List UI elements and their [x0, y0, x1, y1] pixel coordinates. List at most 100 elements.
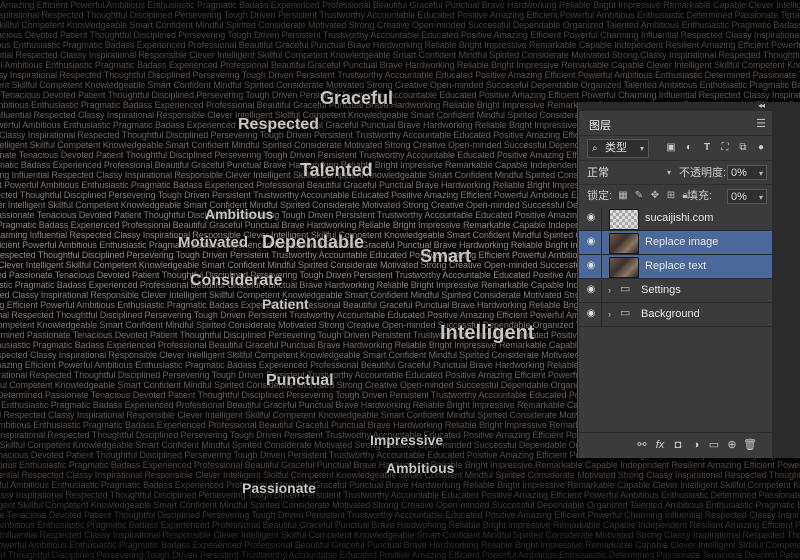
chevron-down-icon: ▾	[639, 144, 644, 153]
canvas-text-row: Determined Passionate Tenacious Devoted …	[0, 30, 800, 40]
canvas-text-row: Ambitious Enthusiastic Pragmatic Badass …	[0, 520, 800, 530]
canvas-text-row: Classy Inspirational Respected Thoughtfu…	[0, 550, 800, 560]
canvas-big-word: Ambitious	[386, 460, 455, 476]
lock-artboard-icon[interactable]: ⊞	[665, 190, 677, 202]
layer-divider	[601, 255, 602, 278]
canvas-big-word: Dependable	[262, 232, 365, 252]
filter-type-select[interactable]: ⌕ 类型 ▾	[587, 139, 649, 158]
smart-object-filter-icon[interactable]: ⧉	[737, 142, 749, 153]
folder-icon: ▭	[620, 283, 631, 295]
layer-group-name: Settings	[641, 284, 681, 296]
search-icon: ⌕	[592, 143, 598, 154]
canvas-text-row: Classy Inspirational Respected Thoughtfu…	[0, 70, 800, 80]
adjustment-icon[interactable]: ◑	[689, 439, 703, 452]
canvas-text-row: Amazing Efficient Powerful Ambitious Ent…	[0, 540, 800, 550]
layer-divider	[601, 279, 602, 302]
blend-mode-select[interactable]: 正常 ▾	[587, 165, 673, 181]
canvas-big-word: Impressive	[370, 432, 444, 448]
visibility-eye-icon[interactable]: ◉	[585, 213, 597, 223]
collapse-panels-icon[interactable]: ◂◂	[758, 101, 765, 110]
adjustment-filter-icon[interactable]: ◐	[683, 142, 695, 153]
layer-row[interactable]: ◉ Replace image	[579, 231, 772, 255]
layers-list: ◉ sucaijishi.com ◉ Replace image ◉ Replace te…	[579, 207, 772, 327]
canvas-big-word: Patient	[262, 296, 309, 312]
layer-divider	[601, 207, 602, 230]
visibility-eye-icon[interactable]: ◉	[585, 261, 597, 271]
opacity-label: 不透明度:	[679, 167, 727, 179]
type-filter-icon[interactable]: T	[701, 142, 713, 153]
canvas-big-word: Talented	[300, 160, 373, 180]
chevron-down-icon: ▾	[758, 169, 763, 178]
chevron-down-icon: ▾	[758, 193, 763, 202]
canvas-big-word: Smart	[420, 246, 472, 266]
layer-divider	[601, 231, 602, 254]
canvas-big-word: Considerate	[190, 272, 283, 289]
canvas-big-word: Respected	[238, 116, 319, 133]
canvas-big-word: Ambitious	[205, 206, 274, 222]
expand-caret-icon[interactable]: ›	[608, 284, 611, 297]
lock-transparent-icon[interactable]: ▦	[617, 190, 629, 202]
canvas-text-row: Clever Intelligent Skillful Competent Kn…	[0, 20, 800, 30]
chevron-down-icon: ▾	[666, 168, 671, 177]
canvas-text-row: Amazing Efficient Powerful Ambitious Ent…	[0, 480, 800, 490]
canvas-big-word: Intelligent	[440, 322, 535, 344]
visibility-eye-icon[interactable]: ◉	[585, 309, 597, 319]
lock-paint-icon[interactable]: ✎	[633, 190, 645, 202]
tab-layers[interactable]: 图层	[589, 117, 611, 133]
layer-filter-row: ⌕ 类型 ▾ ▣ ◐ T ⛶ ⧉ ●	[579, 136, 772, 160]
canvas-text-row: Clever Intelligent Skillful Competent Kn…	[0, 80, 800, 90]
panel-menu-icon[interactable]: ☰	[756, 117, 766, 130]
canvas-big-word: Motivated	[178, 234, 249, 251]
panel-top-strip: ◂◂	[579, 101, 772, 111]
canvas-text-row: Charming Influential Respected Classy In…	[0, 530, 800, 540]
canvas-text-row: Classy Inspirational Respected Thoughtfu…	[0, 490, 800, 500]
fill-input[interactable]: 0% ▾	[727, 189, 767, 204]
layers-panel: ◂◂ 图层 ☰ ⌕ 类型 ▾ ▣ ◐ T ⛶ ⧉ ● 正常 ▾ 不透明度: 0%…	[578, 101, 772, 459]
folder-icon: ▭	[620, 307, 631, 319]
visibility-eye-icon[interactable]: ◉	[585, 285, 597, 295]
lock-label: 锁定:	[587, 190, 613, 202]
layer-row[interactable]: ◉ Replace text	[579, 255, 772, 279]
fx-icon[interactable]: fx	[653, 439, 667, 452]
trash-icon[interactable]: 🗑︎	[743, 439, 757, 452]
layer-row[interactable]: ◉ › ▭ Settings	[579, 279, 772, 303]
shape-filter-icon[interactable]: ⛶	[719, 142, 731, 153]
panel-header: 图层 ☰	[579, 111, 772, 136]
canvas-big-word: Graceful	[320, 88, 394, 108]
layer-thumbnail	[609, 233, 639, 254]
visibility-eye-icon[interactable]: ◉	[585, 237, 597, 247]
layer-row[interactable]: ◉ › ▭ Background	[579, 303, 772, 327]
blend-row: 正常 ▾ 不透明度: 0% ▾	[579, 160, 772, 185]
lock-move-icon[interactable]: ✥	[649, 190, 661, 202]
opacity-input[interactable]: 0% ▾	[727, 165, 767, 180]
layer-row[interactable]: ◉ sucaijishi.com	[579, 207, 772, 231]
panel-footer: ⚯ fx ◘ ◑ ▭ ⊕ 🗑︎	[579, 432, 772, 459]
layer-thumbnail	[609, 257, 639, 278]
layer-divider	[601, 303, 602, 326]
expand-caret-icon[interactable]: ›	[608, 308, 611, 321]
canvas-text-row: Classy Inspirational Respected Thoughtfu…	[0, 10, 800, 20]
layer-name: Replace image	[645, 236, 719, 248]
mask-icon[interactable]: ◘	[671, 439, 685, 452]
opacity-value: 0%	[731, 167, 747, 179]
layer-name: sucaijishi.com	[645, 212, 714, 224]
layer-thumbnail	[609, 209, 639, 230]
fill-value: 0%	[731, 191, 747, 203]
link-icon[interactable]: ⚯	[635, 439, 649, 452]
image-filter-icon[interactable]: ▣	[665, 142, 677, 153]
canvas-text-row: Charming Influential Respected Classy In…	[0, 50, 800, 60]
canvas-text-row: Ambitious Enthusiastic Pragmatic Badass …	[0, 40, 800, 50]
filter-toggle-icon[interactable]: ●	[755, 142, 767, 153]
new-layer-icon[interactable]: ⊕	[725, 439, 739, 452]
folder-icon[interactable]: ▭	[707, 439, 721, 452]
blend-mode-value: 正常	[587, 167, 609, 179]
canvas-big-word: Punctual	[266, 372, 334, 389]
canvas-text-row: Clever Intelligent Skillful Competent Kn…	[0, 500, 800, 510]
fill-label: 填充:	[687, 190, 713, 202]
canvas-big-word: Passionate	[242, 480, 316, 496]
canvas-text-row: Amazing Efficient Powerful Ambitious Ent…	[0, 0, 800, 10]
layer-name: Replace text	[645, 260, 707, 272]
right-dock-edge	[771, 102, 800, 458]
layer-group-name: Background	[641, 308, 700, 320]
canvas-text-row: Determined Passionate Tenacious Devoted …	[0, 510, 800, 520]
